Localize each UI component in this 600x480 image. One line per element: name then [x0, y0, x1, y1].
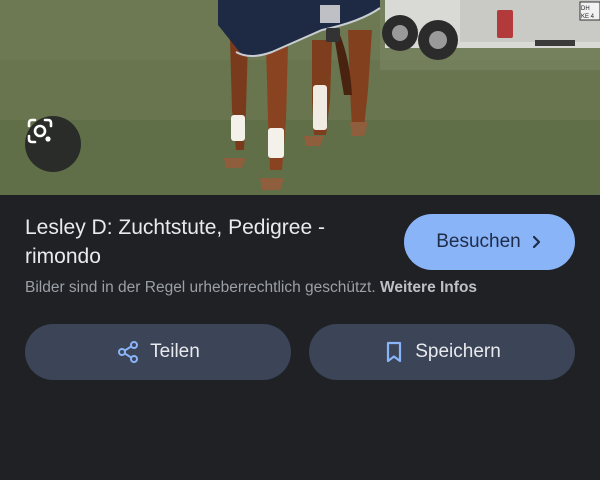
plate-text: DH — [581, 6, 590, 12]
image-result-view: DH KE 4 Lesley D: Zuchtstute, Pedigree -… — [0, 0, 600, 480]
share-icon — [116, 340, 140, 364]
svg-text:KE 4: KE 4 — [581, 14, 595, 20]
more-info-link[interactable]: Weitere Infos — [380, 279, 477, 296]
horse-photo: DH KE 4 — [0, 0, 600, 195]
lens-button[interactable] — [25, 116, 81, 172]
visit-button[interactable]: Besuchen — [404, 214, 575, 270]
visit-button-label: Besuchen — [436, 231, 521, 252]
copyright-text: Bilder sind in der Regel urheberrechtlic… — [25, 279, 376, 296]
share-button[interactable]: Teilen — [25, 324, 291, 380]
save-button-label: Speichern — [415, 341, 501, 362]
result-title: Lesley D: Zuchtstute, Pedigree - rimondo — [25, 216, 325, 268]
save-button[interactable]: Speichern — [309, 324, 575, 380]
chevron-right-icon — [529, 235, 543, 249]
bookmark-icon — [383, 340, 405, 364]
result-image[interactable]: DH KE 4 — [0, 0, 600, 195]
share-button-label: Teilen — [150, 341, 200, 362]
copyright-notice: Bilder sind in der Regel urheberrechtlic… — [25, 278, 585, 298]
